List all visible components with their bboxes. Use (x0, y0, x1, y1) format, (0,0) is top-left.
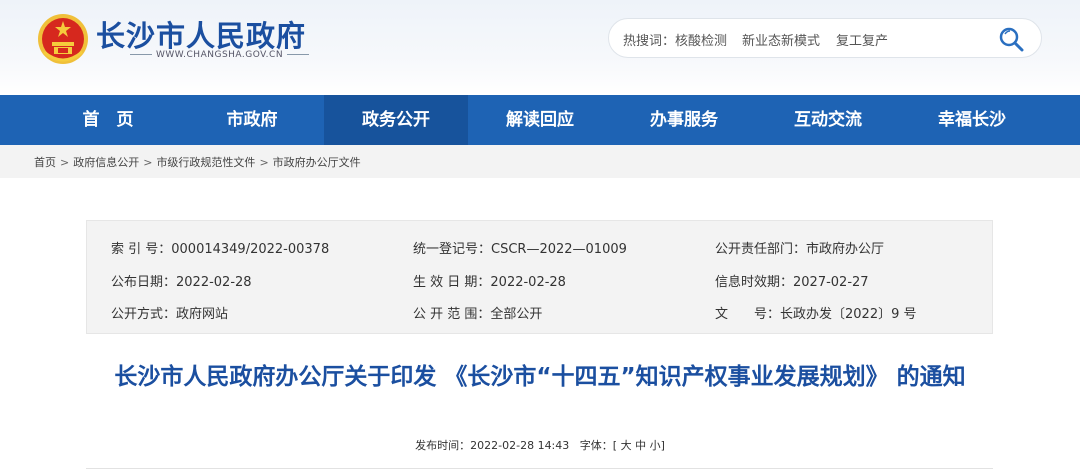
font-size-small-link[interactable]: 小 (650, 439, 661, 452)
breadcrumb-separator: > (143, 156, 153, 169)
breadcrumb-link[interactable]: 市级行政规范性文件 (156, 156, 255, 169)
nav-item-interaction[interactable]: 互动交流 (756, 95, 900, 145)
breadcrumb-separator: > (60, 156, 70, 169)
info-label: 索 引 号： (111, 242, 172, 257)
breadcrumb-bar: 首页 > 政府信息公开 > 市级行政规范性文件 > 市政府办公厅文件 (0, 145, 1080, 178)
info-label: 公布日期： (111, 275, 177, 290)
info-value: 长政办发〔2022〕9 号 (780, 307, 917, 322)
info-eff-date: 生 效 日 期：2022-02-28 (413, 271, 566, 290)
search-box[interactable]: 热搜词： 核酸检测 新业态新模式 复工复产 (608, 18, 1042, 58)
font-size-medium-link[interactable]: 中 (635, 439, 646, 452)
font-size-bracket: ] (660, 439, 665, 452)
breadcrumb-separator: > (259, 156, 269, 169)
info-label: 文 号： (715, 307, 781, 322)
nav-item-government-affairs[interactable]: 政务公开 (324, 95, 468, 145)
nav-item-interpretation[interactable]: 解读回应 (468, 95, 612, 145)
font-size-large-link[interactable]: 大 (621, 439, 632, 452)
national-emblem-icon[interactable] (36, 12, 90, 66)
publish-time-label: 发布时间： (415, 439, 471, 452)
hot-words-label: 热搜词： (623, 34, 676, 49)
site-title[interactable]: 长沙市人民政府 (96, 13, 306, 55)
info-doc-no: 文 号：长政办发〔2022〕9 号 (715, 303, 917, 322)
info-value: 2022-02-28 (490, 275, 566, 290)
search-icon[interactable] (997, 25, 1025, 53)
info-value: 市政府办公厅 (806, 242, 885, 257)
info-value: 2027-02-27 (793, 275, 869, 290)
content-divider (86, 468, 993, 469)
main-nav: 首 页 市政府 政务公开 解读回应 办事服务 互动交流 幸福长沙 (0, 95, 1080, 145)
info-scope: 公 开 范 围：全部公开 (413, 303, 542, 322)
info-exp-date: 信息时效期：2027-02-27 (715, 271, 869, 290)
nav-item-city-government[interactable]: 市政府 (180, 95, 324, 145)
breadcrumb: 首页 > 政府信息公开 > 市级行政规范性文件 > 市政府办公厅文件 (34, 154, 361, 170)
document-info-table: 索 引 号：000014349/2022-00378 统一登记号：CSCR—20… (86, 220, 993, 334)
info-label: 公 开 范 围： (413, 307, 491, 322)
article-title: 长沙市人民政府办公厅关于印发 《长沙市“十四五”知识产权事业发展规划》 的通知 (114, 364, 966, 390)
info-pub-date: 公布日期：2022-02-28 (111, 271, 252, 290)
info-method: 公开方式：政府网站 (111, 303, 228, 322)
info-value: CSCR—2022—01009 (491, 242, 627, 257)
info-label: 生 效 日 期： (413, 275, 491, 290)
breadcrumb-link[interactable]: 首页 (34, 156, 56, 169)
publish-time: 2022-02-28 14:43 (470, 439, 570, 452)
info-label: 统一登记号： (413, 242, 492, 257)
info-label: 公开方式： (111, 307, 177, 322)
info-label: 信息时效期： (715, 275, 794, 290)
info-value: 全部公开 (490, 307, 543, 322)
hot-word-link[interactable]: 复工复产 (836, 30, 888, 49)
info-index-no: 索 引 号：000014349/2022-00378 (111, 238, 329, 257)
hot-word-link[interactable]: 核酸检测 (675, 30, 727, 49)
info-reg-no: 统一登记号：CSCR—2022—01009 (413, 238, 627, 257)
breadcrumb-link[interactable]: 政府信息公开 (73, 156, 139, 169)
site-domain: WWW.CHANGSHA.GOV.CN (126, 50, 313, 60)
nav-item-happy-changsha[interactable]: 幸福长沙 (900, 95, 1044, 145)
info-dept: 公开责任部门：市政府办公厅 (715, 238, 884, 257)
font-size-bracket: [ (612, 439, 618, 452)
article-meta: 发布时间：2022-02-28 14:43 字体：[ 大 中 小] (0, 437, 1080, 453)
font-size-label: 字体： (579, 439, 613, 452)
hot-word-link[interactable]: 新业态新模式 (742, 30, 820, 49)
breadcrumb-link[interactable]: 市政府办公厅文件 (273, 156, 361, 169)
info-value: 000014349/2022-00378 (171, 242, 330, 257)
info-label: 公开责任部门： (715, 242, 807, 257)
info-value: 2022-02-28 (176, 275, 252, 290)
site-header: 长沙市人民政府 WWW.CHANGSHA.GOV.CN 热搜词： 核酸检测 新业… (0, 0, 1080, 95)
nav-item-services[interactable]: 办事服务 (612, 95, 756, 145)
nav-item-home[interactable]: 首 页 (36, 95, 180, 145)
info-value: 政府网站 (176, 307, 229, 322)
